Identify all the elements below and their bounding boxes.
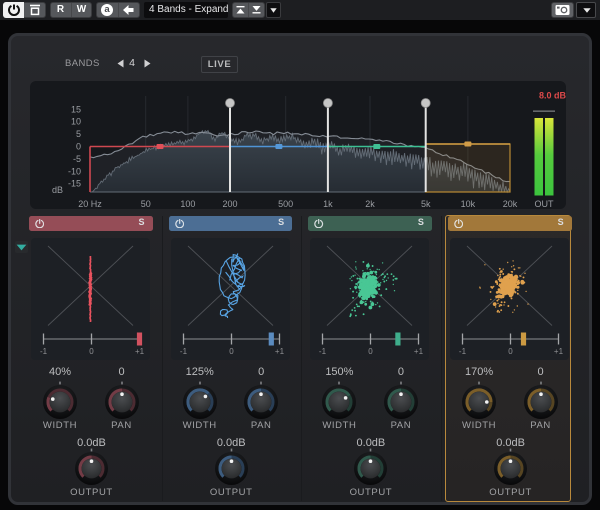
svg-text:dB: dB — [52, 185, 63, 195]
svg-text:+1: +1 — [275, 347, 285, 356]
svg-text:-15: -15 — [68, 179, 81, 189]
svg-text:0: 0 — [369, 347, 374, 356]
svg-text:10k: 10k — [461, 199, 476, 209]
svg-text:50: 50 — [141, 199, 151, 209]
svg-text:+1: +1 — [554, 347, 564, 356]
svg-text:200: 200 — [222, 199, 237, 209]
svg-text:2k: 2k — [365, 199, 375, 209]
svg-text:100: 100 — [180, 199, 195, 209]
svg-text:8.0 dB: 8.0 dB — [539, 91, 566, 101]
svg-text:-10: -10 — [68, 166, 81, 176]
svg-text:0: 0 — [76, 142, 81, 152]
svg-text:OUT: OUT — [535, 199, 555, 209]
svg-text:-1: -1 — [459, 347, 467, 356]
svg-text:0: 0 — [229, 347, 234, 356]
svg-text:15: 15 — [71, 104, 81, 114]
svg-text:+1: +1 — [414, 347, 424, 356]
svg-text:-1: -1 — [40, 347, 48, 356]
svg-text:10: 10 — [71, 117, 81, 127]
svg-text:20k: 20k — [503, 199, 518, 209]
svg-text:1k: 1k — [323, 199, 333, 209]
svg-text:5: 5 — [76, 129, 81, 139]
svg-text:0: 0 — [89, 347, 94, 356]
svg-text:-5: -5 — [73, 154, 81, 164]
svg-text:-1: -1 — [180, 347, 188, 356]
svg-text:20 Hz: 20 Hz — [78, 199, 102, 209]
svg-text:-1: -1 — [319, 347, 327, 356]
svg-text:500: 500 — [278, 199, 293, 209]
svg-text:5k: 5k — [421, 199, 431, 209]
svg-text:+1: +1 — [135, 347, 145, 356]
svg-text:0: 0 — [508, 347, 513, 356]
